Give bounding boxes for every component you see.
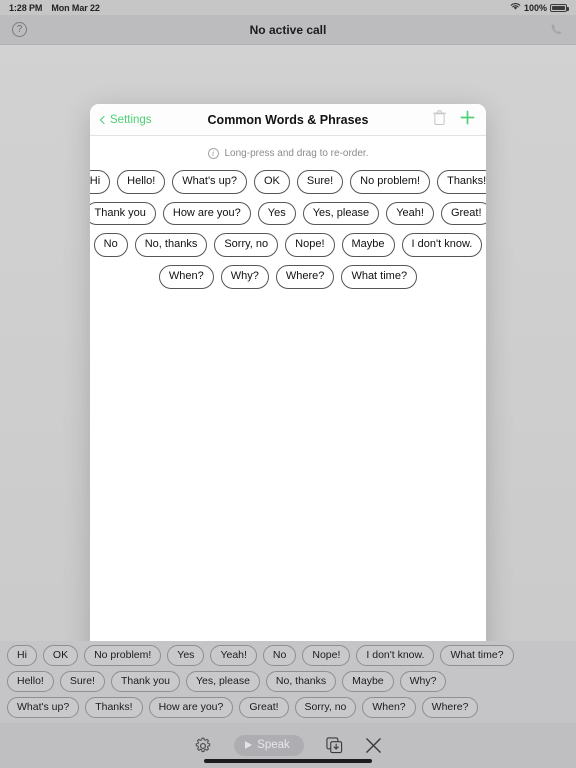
- quick-phrase-pill[interactable]: OK: [42, 644, 79, 666]
- phrase-pill[interactable]: Where?: [275, 264, 335, 289]
- reorder-hint: i Long-press and drag to re-order.: [90, 136, 486, 168]
- speak-button[interactable]: Speak: [234, 735, 304, 756]
- phrase-pill[interactable]: Hi: [90, 170, 111, 194]
- save-icon[interactable]: [326, 737, 343, 754]
- quick-phrase-pill[interactable]: Hello!: [7, 670, 54, 692]
- home-indicator: [204, 759, 372, 763]
- quick-phrase-pill[interactable]: Yes, please: [186, 670, 260, 692]
- phrase-pill[interactable]: Hello!: [117, 170, 166, 194]
- quick-phrase-pill[interactable]: When?: [362, 696, 416, 718]
- close-x-icon[interactable]: [365, 737, 382, 754]
- battery-icon: [550, 3, 569, 12]
- phrase-pill[interactable]: Sure!: [296, 170, 344, 194]
- top-nav-bar: ? No active call: [0, 15, 576, 45]
- phrase-pill[interactable]: No, thanks: [134, 233, 208, 257]
- quick-phrase-pill[interactable]: Maybe: [342, 670, 394, 692]
- quick-phrase-pill[interactable]: Nope!: [302, 644, 351, 666]
- phrase-row: When? Why? Where? What time?: [102, 264, 474, 289]
- back-button-label: Settings: [110, 113, 152, 126]
- quick-phrase-pill[interactable]: No, thanks: [265, 670, 337, 692]
- phrase-pill[interactable]: Nope!: [285, 233, 335, 257]
- bottom-toolbar: Speak: [0, 723, 576, 768]
- quick-phrase-pill[interactable]: No: [262, 644, 297, 666]
- phrase-pill[interactable]: Great!: [440, 201, 486, 226]
- wifi-icon: [510, 2, 521, 13]
- status-bar-right: 100%: [510, 2, 569, 13]
- status-bar: 1:28 PM Mon Mar 22 100%: [0, 0, 576, 15]
- modal-header: Settings Common Words & Phrases: [90, 104, 486, 136]
- modal-header-actions: [433, 109, 475, 130]
- info-circle-icon: i: [207, 148, 219, 159]
- phrases-modal: Settings Common Words & Phrases i Long-p…: [90, 104, 486, 664]
- quick-phrase-pill[interactable]: Yeah!: [210, 644, 257, 666]
- reorder-hint-text: Long-press and drag to re-order.: [224, 148, 369, 159]
- battery-percent: 100%: [523, 2, 547, 13]
- quick-phrase-pill[interactable]: Sorry, no: [294, 696, 357, 718]
- phrase-pill[interactable]: Why?: [220, 264, 269, 289]
- phrase-pill[interactable]: I don't know.: [401, 233, 483, 257]
- phrase-pill[interactable]: Maybe: [341, 233, 395, 257]
- phrase-list: Hi Hello! What's up? OK Sure! No problem! Than…: [90, 168, 486, 297]
- phrase-row: Thank you How are you? Yes Yes, please Yeah!…: [90, 201, 486, 226]
- play-icon: [245, 741, 253, 749]
- quick-phrase-bar: Hi OK No problem! Yes Yeah! No Nope! I don't kn…: [0, 640, 576, 723]
- quick-phrase-pill[interactable]: How are you?: [148, 696, 234, 718]
- phrase-pill[interactable]: What time?: [341, 264, 418, 289]
- quick-phrase-pill[interactable]: Hi: [7, 644, 37, 666]
- quick-phrase-row: What's up? Thanks! How are you? Great! Sorry…: [7, 696, 569, 718]
- chevron-left-icon: [99, 115, 109, 124]
- phrase-pill[interactable]: No: [93, 233, 128, 257]
- quick-phrase-pill[interactable]: Where?: [421, 696, 479, 718]
- phrase-pill[interactable]: Yes: [257, 201, 296, 226]
- quick-phrase-pill[interactable]: Why?: [399, 670, 447, 692]
- phrase-pill[interactable]: OK: [253, 170, 290, 194]
- quick-phrase-pill[interactable]: Yes: [167, 644, 205, 666]
- quick-phrase-pill[interactable]: What's up?: [7, 696, 80, 718]
- trash-icon[interactable]: [433, 109, 446, 130]
- phrase-pill[interactable]: Yeah!: [386, 201, 434, 226]
- plus-icon[interactable]: [460, 110, 475, 129]
- phrase-pill[interactable]: How are you?: [162, 201, 251, 226]
- status-date: Mon Mar 22: [51, 2, 100, 13]
- phrase-pill[interactable]: Yes, please: [302, 201, 380, 226]
- phrase-row: Hi Hello! What's up? OK Sure! No problem! Than…: [90, 170, 486, 194]
- ipad-screen: 1:28 PM Mon Mar 22 100% ? No active call…: [0, 0, 576, 768]
- quick-phrase-pill[interactable]: Thanks!: [85, 696, 143, 718]
- quick-phrase-pill[interactable]: No problem!: [84, 644, 162, 666]
- phrase-pill[interactable]: Sorry, no: [214, 233, 279, 257]
- help-circle-icon[interactable]: ?: [12, 22, 27, 37]
- status-time: 1:28 PM: [9, 2, 43, 13]
- status-bar-left: 1:28 PM Mon Mar 22: [9, 3, 100, 13]
- phrase-pill[interactable]: Thank you: [90, 201, 156, 226]
- quick-phrase-pill[interactable]: I don't know.: [356, 644, 435, 666]
- phrase-pill[interactable]: When?: [158, 264, 214, 289]
- phrase-pill[interactable]: Thanks!: [437, 170, 486, 194]
- quick-phrase-row: Hello! Sure! Thank you Yes, please No, thank…: [7, 670, 569, 692]
- phone-icon[interactable]: [549, 22, 564, 37]
- phrase-pill[interactable]: No problem!: [350, 170, 431, 194]
- quick-phrase-pill[interactable]: Great!: [239, 696, 289, 718]
- call-status-label: No active call: [249, 22, 327, 37]
- quick-phrase-row: Hi OK No problem! Yes Yeah! No Nope! I don't kn…: [7, 644, 569, 666]
- quick-phrase-pill[interactable]: Thank you: [110, 670, 180, 692]
- quick-phrase-pill[interactable]: Sure!: [59, 670, 105, 692]
- quick-phrase-pill[interactable]: What time?: [440, 644, 514, 666]
- gear-icon[interactable]: [194, 737, 212, 755]
- speak-button-label: Speak: [257, 739, 290, 751]
- phrase-row: No No, thanks Sorry, no Nope! Maybe I don't k…: [93, 233, 483, 257]
- phrase-pill[interactable]: What's up?: [172, 170, 247, 194]
- back-to-settings-button[interactable]: Settings: [99, 113, 152, 126]
